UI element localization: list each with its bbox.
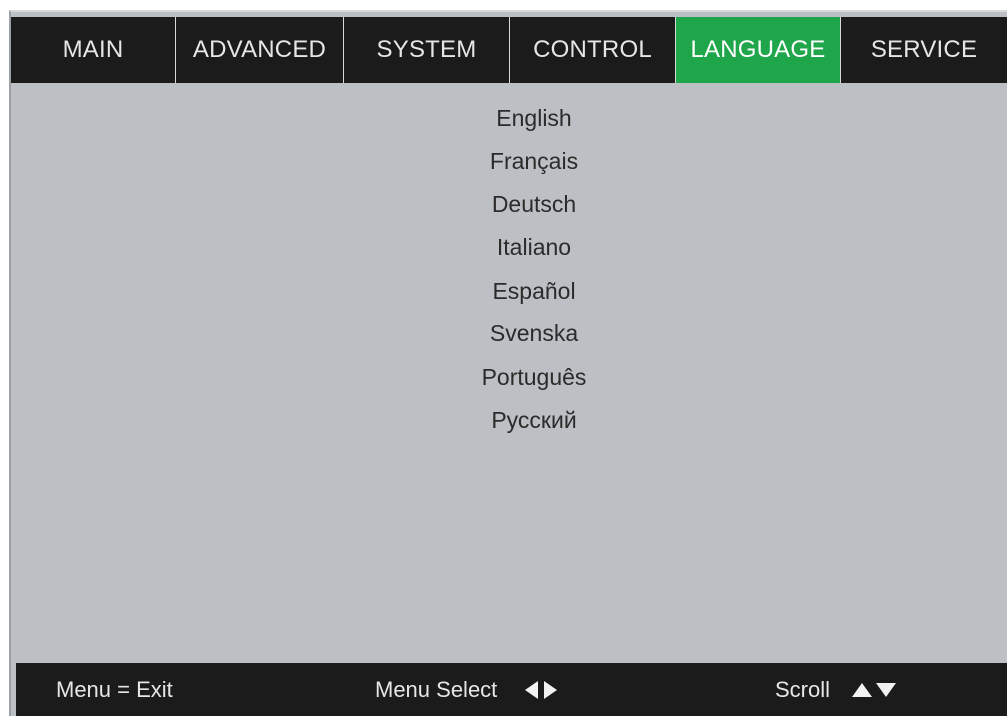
language-option-italiano[interactable]: Italiano [11,230,1007,264]
tab-language[interactable]: LANGUAGE [676,17,841,83]
scroll-hint-label: Scroll [775,676,831,702]
footer-help-bar: Menu = Exit Menu Select Scroll [16,663,1007,716]
tab-system[interactable]: SYSTEM [344,17,510,83]
language-option-portugues[interactable]: Português [11,360,1007,394]
language-option-english[interactable]: English [11,101,1007,135]
tab-service[interactable]: SERVICE [841,17,1007,83]
tab-main[interactable]: MAIN [11,17,176,83]
language-option-svenska[interactable]: Svenska [11,316,1007,350]
language-option-espanol[interactable]: Español [11,274,1007,308]
triangle-left-icon [525,680,539,699]
footer-exit-hint: Menu = Exit [56,663,173,716]
language-option-deutsch[interactable]: Deutsch [11,187,1007,221]
triangle-right-icon [544,680,558,699]
select-hint-label: Menu Select [375,676,498,702]
language-option-francais[interactable]: Français [11,144,1007,178]
exit-hint-label: Menu = Exit [56,676,173,702]
footer-scroll-hint: Scroll [775,663,897,716]
triangle-down-icon [876,682,897,697]
triangle-up-icon [852,682,873,697]
tab-advanced[interactable]: ADVANCED [176,17,344,83]
footer-select-hint: Menu Select [375,663,558,716]
tab-control[interactable]: CONTROL [510,17,676,83]
menu-tab-bar: MAIN ADVANCED SYSTEM CONTROL LANGUAGE SE… [11,17,1007,83]
language-option-russian[interactable]: Русский [11,403,1007,437]
